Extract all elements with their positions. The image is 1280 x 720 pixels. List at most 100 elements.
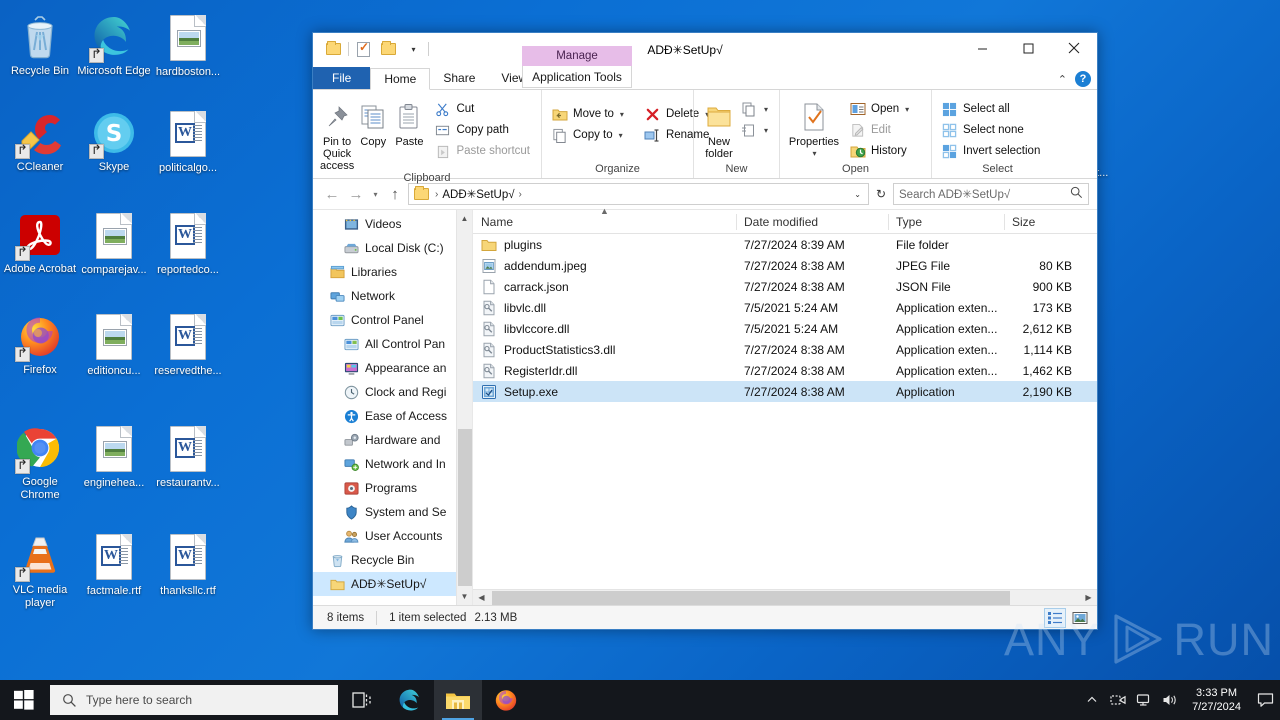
- desktop-icon[interactable]: Wreportedco...: [151, 212, 225, 277]
- desktop-icon[interactable]: Microsoft Edge: [77, 14, 151, 78]
- desktop-icon[interactable]: comparejav...: [77, 212, 151, 277]
- column-header-type[interactable]: Type: [888, 210, 1004, 234]
- breadcrumb-current-folder[interactable]: ADÐ✳SetUp√: [442, 187, 514, 201]
- search-input[interactable]: Search ADÐ✳SetUp√: [893, 183, 1089, 205]
- file-name-cell[interactable]: carrack.json: [473, 279, 736, 295]
- desktop-icon[interactable]: enginehea...: [77, 425, 151, 490]
- file-name-cell[interactable]: Setup.exe: [473, 384, 736, 400]
- properties-icon[interactable]: [353, 39, 374, 60]
- chevron-down-icon[interactable]: ▾: [812, 148, 816, 160]
- search-icon[interactable]: [1070, 186, 1083, 202]
- scroll-left-icon[interactable]: ◀: [473, 590, 490, 606]
- tab-home[interactable]: Home: [370, 68, 431, 90]
- refresh-button[interactable]: ↻: [871, 183, 891, 205]
- desktop-icon[interactable]: Wthanksllc.rtf: [151, 533, 225, 598]
- desktop-icon[interactable]: Firefox: [3, 313, 77, 377]
- table-row[interactable]: plugins 7/27/2024 8:39 AM File folder: [473, 234, 1097, 255]
- table-row[interactable]: carrack.json 7/27/2024 8:38 AM JSON File 90…: [473, 276, 1097, 297]
- copy-button[interactable]: Copy: [355, 97, 391, 148]
- tab-share[interactable]: Share: [430, 67, 488, 89]
- show-hidden-icons-icon[interactable]: [1079, 680, 1105, 720]
- taskbar[interactable]: Type here to search 3:33 PM 7/27/2024: [0, 680, 1280, 720]
- tab-application-tools[interactable]: Application Tools: [522, 66, 632, 88]
- nav-item-local-disk-c[interactable]: Local Disk (C:): [313, 236, 472, 260]
- desktop-icon[interactable]: Wfactmale.rtf: [77, 533, 151, 598]
- move-to-button[interactable]: Move to ▾: [548, 104, 629, 124]
- column-header-name[interactable]: Name ▲: [473, 206, 736, 234]
- window-controls[interactable]: [959, 33, 1097, 63]
- desktop-icon[interactable]: Adobe Acrobat: [3, 212, 77, 276]
- desktop-icon[interactable]: Wrestaurantv...: [151, 425, 225, 490]
- meet-now-icon[interactable]: [1105, 680, 1131, 720]
- folder-icon[interactable]: [323, 39, 344, 60]
- contextual-tab-group[interactable]: Manage Application Tools: [522, 46, 632, 88]
- table-row[interactable]: Setup.exe 7/27/2024 8:38 AM Application 2,1…: [473, 381, 1097, 402]
- invert-selection-button[interactable]: Invert selection: [938, 141, 1045, 161]
- file-name-cell[interactable]: addendum.jpeg: [473, 258, 736, 274]
- table-row[interactable]: addendum.jpeg 7/27/2024 8:38 AM JPEG File 8…: [473, 255, 1097, 276]
- new-folder-button[interactable]: New folder: [700, 97, 738, 160]
- hscrollbar-thumb[interactable]: [492, 590, 1010, 605]
- chevron-down-icon[interactable]: ▾: [905, 105, 909, 114]
- start-button[interactable]: [0, 680, 48, 720]
- edge-icon[interactable]: [386, 680, 434, 720]
- desktop-icon[interactable]: editioncu...: [77, 313, 151, 378]
- file-list-pane[interactable]: Name ▲ Date modified Type Size plugins 7/…: [473, 206, 1097, 605]
- minimize-button[interactable]: [959, 33, 1005, 63]
- desktop-icon[interactable]: CCleaner: [3, 110, 77, 174]
- folder-icon[interactable]: [412, 186, 431, 200]
- details-view-icon[interactable]: [1044, 607, 1066, 628]
- chevron-down-icon[interactable]: ▾: [620, 110, 624, 119]
- chevron-down-icon[interactable]: ▾: [619, 131, 623, 140]
- breadcrumb-separator[interactable]: ›: [517, 189, 524, 200]
- help-icon[interactable]: ?: [1075, 71, 1091, 87]
- scrollbar-track[interactable]: [457, 227, 473, 588]
- nav-item-videos[interactable]: Videos: [313, 212, 472, 236]
- nav-item-ad-setup[interactable]: ADÐ✳SetUp√: [313, 572, 472, 596]
- scroll-down-icon[interactable]: ▼: [457, 588, 473, 605]
- ribbon-tabs[interactable]: File Home Share View Manage Application …: [313, 46, 1097, 90]
- new-item-button[interactable]: ▾: [738, 99, 773, 119]
- copy-path-button[interactable]: Copy path: [431, 120, 535, 140]
- new-folder-icon[interactable]: [378, 39, 399, 60]
- clock[interactable]: 3:33 PM 7/27/2024: [1183, 680, 1250, 720]
- view-buttons[interactable]: [1044, 607, 1097, 628]
- column-header-size[interactable]: Size: [1004, 210, 1082, 234]
- firefox-icon[interactable]: [482, 680, 530, 720]
- open-button[interactable]: Open ▾: [846, 99, 914, 119]
- copy-to-button[interactable]: Copy to ▾: [548, 125, 629, 145]
- navigation-pane[interactable]: Videos Local Disk (C:) Libraries Network Con…: [313, 210, 473, 605]
- navigation-scrollbar[interactable]: ▲ ▼: [456, 210, 472, 605]
- select-none-button[interactable]: Select none: [938, 120, 1045, 140]
- customize-quick-access-caret[interactable]: ▾: [403, 39, 424, 60]
- paste-shortcut-button[interactable]: Paste shortcut: [431, 141, 535, 161]
- nav-item-libraries[interactable]: Libraries: [313, 260, 472, 284]
- nav-item-appearance-an[interactable]: Appearance an: [313, 356, 472, 380]
- nav-item-system-and-se[interactable]: System and Se: [313, 500, 472, 524]
- select-all-button[interactable]: Select all: [938, 99, 1045, 119]
- nav-item-network[interactable]: Network: [313, 284, 472, 308]
- chevron-down-icon[interactable]: ▾: [764, 105, 768, 114]
- tab-file[interactable]: File: [313, 67, 371, 89]
- edit-button[interactable]: Edit: [846, 120, 914, 140]
- desktop-icon[interactable]: hardboston...: [151, 14, 225, 79]
- task-view-icon[interactable]: [338, 680, 386, 720]
- desktop-icon[interactable]: Recycle Bin: [3, 14, 77, 78]
- pin-to-quick-access-button[interactable]: Pin to Quick access: [319, 97, 355, 172]
- horizontal-scrollbar[interactable]: ◀ ▶: [473, 589, 1097, 605]
- desktop-icon[interactable]: Google Chrome: [3, 425, 77, 502]
- maximize-button[interactable]: [1005, 33, 1051, 63]
- scrollbar-thumb[interactable]: [457, 429, 472, 586]
- volume-icon[interactable]: [1157, 680, 1183, 720]
- nav-item-user-accounts[interactable]: User Accounts: [313, 524, 472, 548]
- file-name-cell[interactable]: libvlccore.dll: [473, 321, 736, 337]
- easy-access-button[interactable]: ▾: [738, 120, 773, 140]
- nav-item-control-panel[interactable]: Control Panel: [313, 308, 472, 332]
- file-rows[interactable]: plugins 7/27/2024 8:39 AM File folder adden…: [473, 234, 1097, 589]
- properties-button[interactable]: Properties ▾: [786, 97, 842, 160]
- system-tray[interactable]: 3:33 PM 7/27/2024: [1079, 680, 1280, 720]
- large-icons-view-icon[interactable]: [1069, 608, 1091, 628]
- nav-item-hardware-and[interactable]: Hardware and: [313, 428, 472, 452]
- nav-item-programs[interactable]: Programs: [313, 476, 472, 500]
- desktop-icon[interactable]: Wpoliticalgo...: [151, 110, 225, 175]
